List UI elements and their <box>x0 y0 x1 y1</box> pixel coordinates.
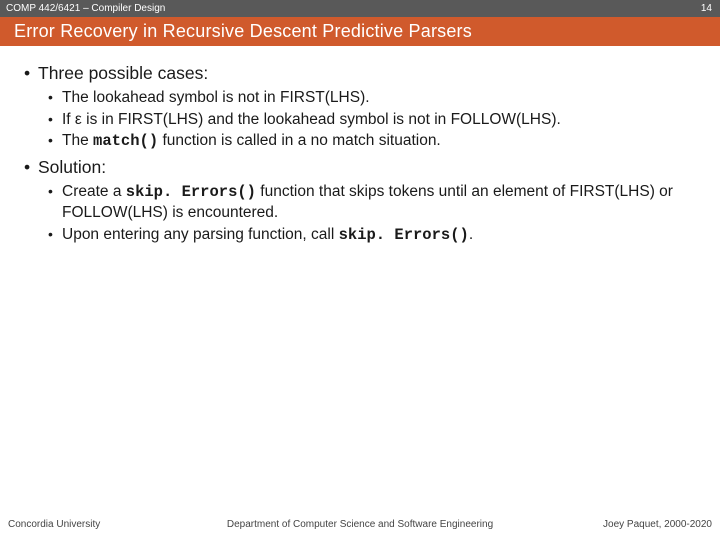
list-item: The match() function is called in a no m… <box>46 131 704 152</box>
section-heading: Solution: Create a skip. Errors() functio… <box>20 156 704 245</box>
text-span: The <box>62 132 93 149</box>
text-span: If <box>62 111 75 128</box>
code-span: skip. Errors() <box>339 226 469 244</box>
course-code: COMP 442/6421 – Compiler Design <box>6 3 165 14</box>
sub-list: Create a skip. Errors() function that sk… <box>38 182 704 246</box>
topbar: COMP 442/6421 – Compiler Design 14 <box>0 0 720 17</box>
body-list: Three possible cases: The lookahead symbo… <box>16 62 704 246</box>
text-span: The lookahead symbol is not in FIRST(LHS… <box>62 89 370 106</box>
text-span: function is called in a no match situati… <box>158 132 441 149</box>
text-span: . <box>469 226 473 243</box>
footer-left: Concordia University <box>8 519 100 530</box>
text-span: is in FIRST(LHS) and the lookahead symbo… <box>82 111 561 128</box>
section-heading-text: Solution: <box>38 157 106 177</box>
list-item: The lookahead symbol is not in FIRST(LHS… <box>46 88 704 109</box>
slide-body: Three possible cases: The lookahead symbo… <box>0 46 720 514</box>
text-span: Create a <box>62 183 126 200</box>
code-span: skip. Errors() <box>126 183 256 201</box>
footer-right: Joey Paquet, 2000-2020 <box>603 519 712 530</box>
slide-title-bar: Error Recovery in Recursive Descent Pred… <box>0 17 720 46</box>
list-item: Upon entering any parsing function, call… <box>46 225 704 246</box>
text-span: Upon entering any parsing function, call <box>62 226 339 243</box>
sub-list: The lookahead symbol is not in FIRST(LHS… <box>38 88 704 153</box>
list-item: Create a skip. Errors() function that sk… <box>46 182 704 224</box>
slide-title: Error Recovery in Recursive Descent Pred… <box>14 21 472 42</box>
section-heading: Three possible cases: The lookahead symbo… <box>20 62 704 152</box>
page-number: 14 <box>701 3 712 14</box>
text-span: ε <box>75 111 82 128</box>
footer-mid: Department of Computer Science and Softw… <box>227 519 493 530</box>
list-item: If ε is in FIRST(LHS) and the lookahead … <box>46 110 704 131</box>
code-span: match() <box>93 132 158 150</box>
section-heading-text: Three possible cases: <box>38 63 208 83</box>
slide: COMP 442/6421 – Compiler Design 14 Error… <box>0 0 720 540</box>
footer: Concordia University Department of Compu… <box>0 514 720 540</box>
